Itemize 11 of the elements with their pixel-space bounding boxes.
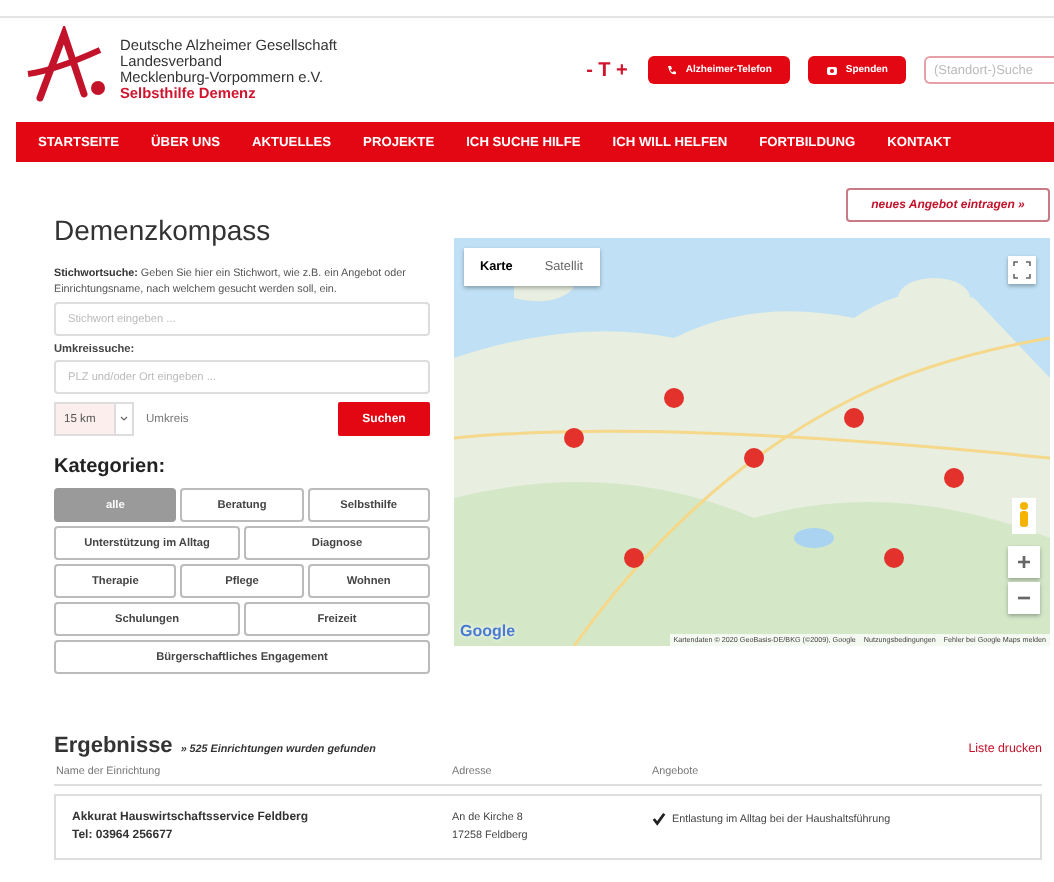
zoom-out-button[interactable]: − — [1008, 582, 1040, 614]
camera-icon — [825, 64, 838, 76]
fullscreen-button[interactable] — [1008, 256, 1036, 284]
categories-heading: Kategorien: — [54, 456, 168, 478]
text-size-control[interactable]: - T + — [586, 59, 628, 81]
chevron-down-icon — [114, 404, 132, 434]
results-heading: Ergebnisse — [54, 734, 173, 758]
phone-icon — [665, 64, 678, 76]
zoom-in-button[interactable]: + — [1008, 546, 1040, 578]
page-title: Demenzkompass — [54, 214, 273, 246]
map-logo: Google — [460, 622, 516, 640]
